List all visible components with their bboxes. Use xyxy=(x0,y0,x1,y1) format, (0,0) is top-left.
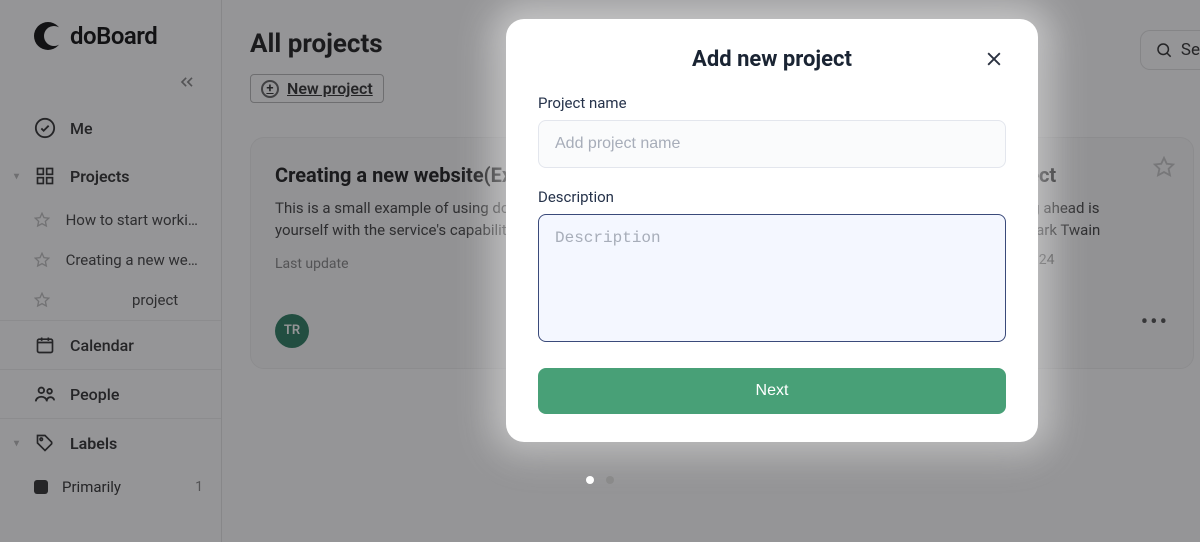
description-input[interactable] xyxy=(538,214,1006,342)
pager-dot[interactable] xyxy=(606,476,614,484)
project-name-label: Project name xyxy=(538,94,1006,112)
next-button[interactable]: Next xyxy=(538,368,1006,414)
add-project-modal: Add new project Project name Description… xyxy=(506,19,1038,442)
modal-pager xyxy=(586,476,614,484)
close-button[interactable] xyxy=(980,45,1008,73)
modal-title: Add new project xyxy=(692,47,852,72)
close-icon xyxy=(984,49,1004,69)
description-label: Description xyxy=(538,188,1006,206)
pager-dot-active[interactable] xyxy=(586,476,594,484)
project-name-input[interactable] xyxy=(538,120,1006,168)
